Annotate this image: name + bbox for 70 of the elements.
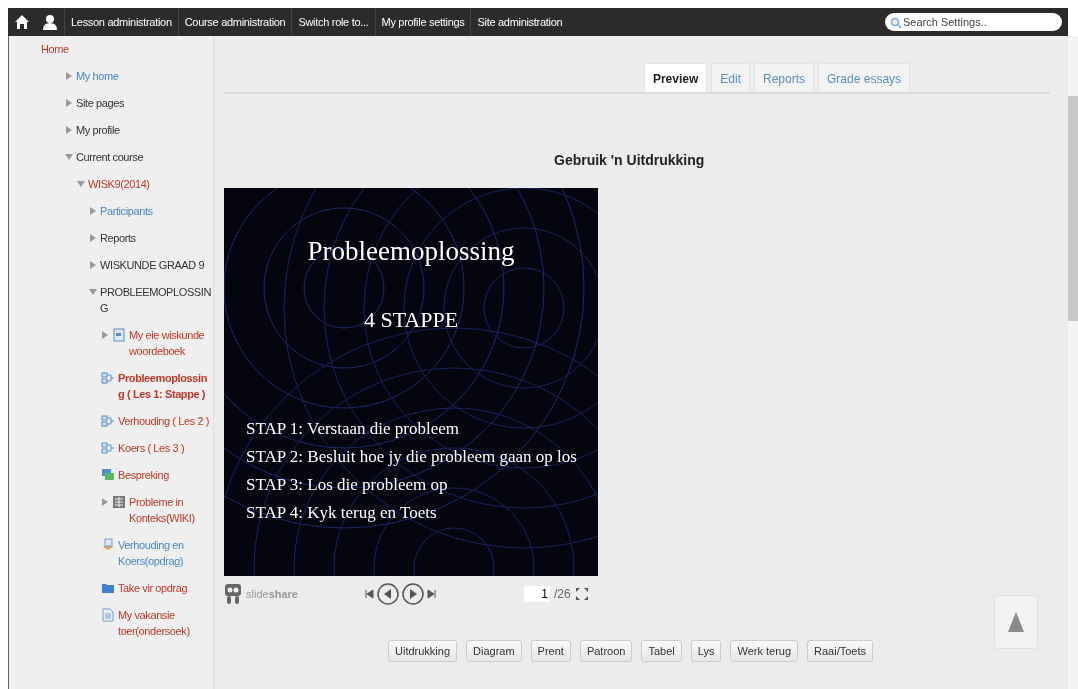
navigation-button[interactable]: Tabel (641, 640, 682, 662)
tree-link[interactable]: Current course (76, 149, 144, 165)
tree-link[interactable]: Verhouding en Koers(opdrag) (118, 537, 211, 569)
scrollbar[interactable] (1068, 36, 1078, 689)
tree-link[interactable]: Probleemoplossing ( Les 1: Stappe ) (118, 370, 211, 402)
last-slide-icon[interactable] (427, 589, 437, 599)
tree-link[interactable]: WISK9(2014) (88, 176, 150, 192)
navigation-button[interactable]: Diagram (466, 640, 522, 662)
scroll-to-top-button[interactable] (994, 595, 1038, 649)
home-icon[interactable] (14, 14, 30, 30)
slide-text: STAP 2: Besluit hoe jy die probleem gaan op los (246, 446, 578, 468)
navigation-button[interactable]: Prent (530, 640, 571, 662)
collapsed-arrow-icon[interactable] (65, 99, 73, 107)
previous-slide-icon[interactable] (377, 583, 399, 605)
expanded-arrow-icon[interactable] (89, 288, 97, 296)
collapsed-arrow-icon[interactable] (101, 331, 109, 339)
slideshare-logo-icon (224, 583, 242, 605)
next-slide-icon[interactable] (402, 583, 424, 605)
tree-link[interactable]: WISKUNDE GRAAD 9 (100, 257, 205, 273)
tab[interactable]: Preview (643, 63, 708, 92)
up-triangle-icon (1007, 611, 1025, 633)
search-icon (890, 17, 902, 29)
user-icon[interactable] (42, 14, 58, 30)
page-total: /26 (554, 587, 571, 601)
collapsed-arrow-icon[interactable] (89, 261, 97, 269)
tree-link[interactable]: Verhouding ( Les 2 ) (118, 413, 210, 429)
collapsed-arrow-icon[interactable] (65, 72, 73, 80)
slide-text: STAP 3: Los die probleem op (246, 474, 449, 496)
expanded-arrow-icon[interactable] (77, 180, 85, 188)
paper-stack-icon (101, 538, 115, 552)
search-field[interactable]: Search Settings.. (885, 13, 1062, 31)
scrollbar-thumb[interactable] (1068, 96, 1078, 321)
slide-title: Probleemoplossing (307, 236, 515, 267)
page-icon (101, 608, 115, 622)
tree-link[interactable]: My vakansie toer(ondersoek) (118, 607, 211, 639)
flowchart-icon (101, 441, 115, 455)
slide-text: STAP 4: Kyk terug en Toets (246, 502, 438, 524)
navigation-button[interactable]: Lys (690, 640, 722, 662)
tree-link[interactable]: Bespreking (118, 467, 170, 483)
navigation-button[interactable]: Uitdrukking (388, 640, 458, 662)
first-slide-icon[interactable] (364, 589, 374, 599)
tree-link[interactable]: My profile (76, 122, 120, 138)
slide-text: STAP 1: Verstaan die probleem (246, 418, 460, 440)
brand-name: slideshare (246, 588, 298, 600)
flowchart-icon (101, 414, 115, 428)
collapsed-arrow-icon[interactable] (101, 498, 109, 506)
flowchart-icon (101, 371, 115, 385)
slide-subtitle: 4 STAPPE (363, 307, 459, 333)
navigation-button[interactable]: Werk terug (730, 640, 799, 662)
navigation-button[interactable]: Patroon (579, 640, 633, 662)
grid-icon (112, 495, 126, 509)
tree-link[interactable]: Reports (100, 230, 136, 246)
collapsed-arrow-icon[interactable] (89, 234, 97, 242)
tree-link[interactable]: Take vir opdrag (118, 580, 188, 596)
folder-icon (101, 581, 115, 595)
chat-icon (101, 468, 115, 482)
tree-link[interactable]: My eie wiskunde woordeboek (129, 327, 211, 359)
collapsed-arrow-icon[interactable] (65, 126, 73, 134)
expanded-arrow-icon[interactable] (65, 153, 73, 161)
navigation-button[interactable]: Raai/Toets (807, 640, 874, 662)
tree-link[interactable]: PROBLEEMOPLOSSING (100, 284, 211, 316)
tree-link[interactable]: Koers ( Les 3 ) (118, 440, 185, 456)
tree-link[interactable]: Site pages (76, 95, 124, 111)
fullscreen-icon[interactable] (574, 587, 589, 601)
document-icon (112, 328, 126, 342)
tree-link[interactable]: Probleme in Konteks(WIKI) (129, 494, 211, 526)
tree-link[interactable]: Home (41, 41, 69, 57)
lesson-title: Gebruik 'n Uitdrukking (554, 152, 706, 168)
page-number-field[interactable]: 1 (524, 586, 550, 602)
collapsed-arrow-icon[interactable] (89, 207, 97, 215)
